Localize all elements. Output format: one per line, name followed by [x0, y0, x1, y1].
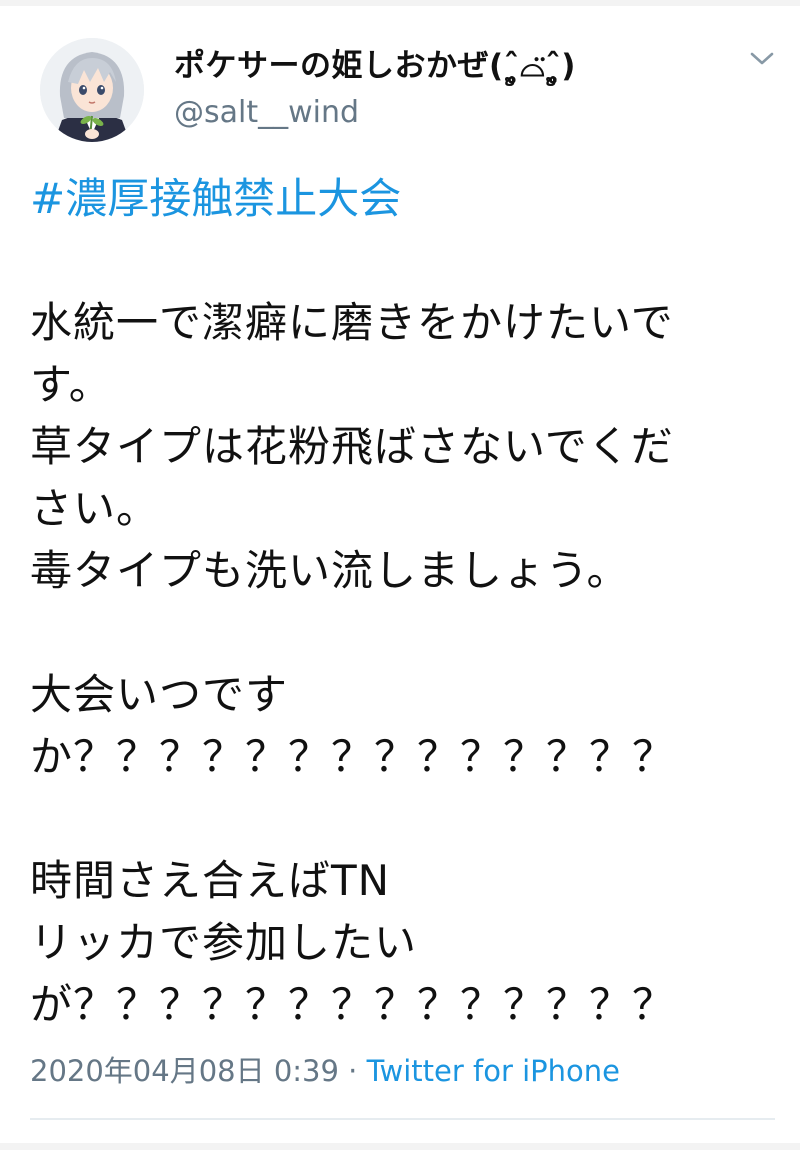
avatar[interactable] — [40, 38, 144, 142]
tweet-line: 草タイプは花粉飛ばさないでくだ — [30, 422, 674, 471]
tweet-line: 大会いつです — [30, 670, 289, 719]
tweet-line: 毒タイプも洗い流しましょう。 — [30, 546, 630, 595]
chevron-down-icon — [750, 52, 774, 65]
meta-separator: · — [338, 1054, 367, 1088]
author-handle[interactable]: @salt__wind — [174, 95, 359, 130]
bottom-edge — [0, 1143, 800, 1150]
tweet-line: さい。 — [30, 484, 160, 533]
author-display-name[interactable]: ポケサーの姫しおかぜ(ˆູ̥̥̥̥⌓̈ˆູ̥̥̥̥) — [174, 40, 576, 85]
tweet-source-link[interactable]: Twitter for iPhone — [367, 1054, 620, 1088]
hashtag-link[interactable]: #濃厚接触禁止大会 — [30, 168, 780, 230]
anime-avatar-icon — [40, 38, 144, 142]
tweet-timestamp[interactable]: 2020年04月08日 0:39 — [30, 1054, 339, 1088]
tweet-text: #濃厚接触禁止大会 水統一で潔癖に磨きをかけたいで す。 草タイプは花粉飛ばさな… — [30, 168, 780, 1036]
top-edge — [0, 0, 800, 6]
tweet-menu-button[interactable] — [742, 44, 782, 74]
divider — [30, 1118, 775, 1120]
tweet-line: す。 — [30, 360, 112, 409]
tweet-meta: 2020年04月08日 0:39 · Twitter for iPhone — [30, 1048, 620, 1090]
tweet-line: が？？？？？？？？？？？？？？ — [30, 980, 676, 1029]
tweet-line: リッカで参加したい — [30, 918, 418, 967]
tweet-line: か？？？？？？？？？？？？？？ — [30, 732, 676, 781]
tweet-line: 水統一で潔癖に磨きをかけたいで — [30, 298, 674, 347]
tweet-line: 時間さえ合えばTN — [30, 856, 391, 905]
